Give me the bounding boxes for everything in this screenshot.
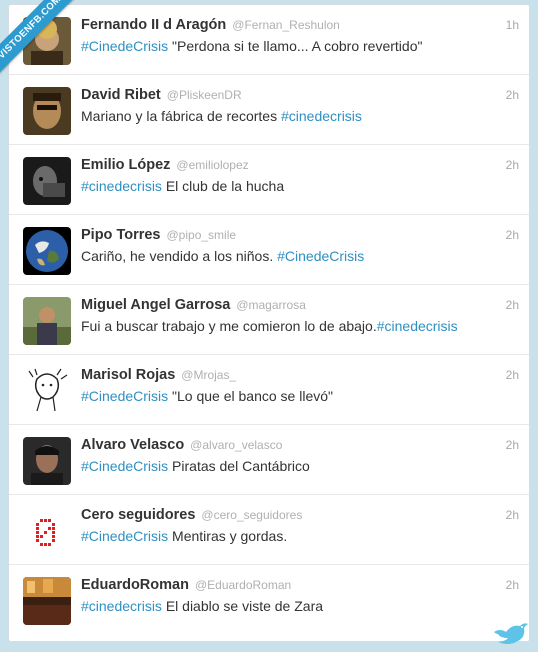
timestamp[interactable]: 2h	[506, 158, 519, 172]
hashtag-link[interactable]: #cinedecrisis	[377, 318, 458, 334]
hashtag-link[interactable]: #cinedecrisis	[81, 598, 162, 614]
tweet-text: Cariño, he vendido a los niños. #CinedeC…	[81, 248, 519, 264]
tweet-text: #CinedeCrisis Mentiras y gordas.	[81, 528, 519, 544]
user-name[interactable]: EduardoRoman	[81, 577, 189, 593]
timestamp[interactable]: 2h	[506, 298, 519, 312]
tweet-text-before: Cariño, he vendido a los niños.	[81, 248, 278, 264]
user-handle[interactable]: @PliskeenDR	[167, 88, 242, 102]
tweet-text: #cinedecrisis El diablo se viste de Zara	[81, 598, 519, 614]
timestamp[interactable]: 2h	[506, 88, 519, 102]
user-name[interactable]: Marisol Rojas	[81, 367, 175, 383]
avatar[interactable]	[23, 227, 71, 275]
tweet-text-after: El club de la hucha	[161, 178, 285, 194]
tweet-item[interactable]: Fernando II d Aragón @Fernan_Reshulon 1h …	[9, 5, 529, 75]
tweet-text: Mariano y la fábrica de recortes #cinede…	[81, 108, 519, 124]
hashtag-link[interactable]: #CinedeCrisis	[81, 528, 168, 544]
tweet-text-after: "Lo que el banco se llevó"	[168, 388, 333, 404]
twitter-bird-icon	[494, 623, 528, 644]
tweet-text-before: Mariano y la fábrica de recortes	[81, 108, 281, 124]
timestamp[interactable]: 2h	[506, 368, 519, 382]
user-handle[interactable]: @cero_seguidores	[201, 508, 302, 522]
tweet-item[interactable]: Marisol Rojas @Mrojas_ 2h #CinedeCrisis "…	[9, 355, 529, 425]
tweet-item[interactable]: Miguel Angel Garrosa @magarrosa 2h Fui a …	[9, 285, 529, 355]
user-handle[interactable]: @EduardoRoman	[195, 578, 291, 592]
timestamp[interactable]: 2h	[506, 508, 519, 522]
hashtag-link[interactable]: #cinedecrisis	[81, 178, 162, 194]
user-handle[interactable]: @pipo_smile	[167, 228, 237, 242]
tweet-item[interactable]: Cero seguidores @cero_seguidores 2h #Cine…	[9, 495, 529, 565]
user-name[interactable]: Emilio López	[81, 157, 170, 173]
avatar[interactable]	[23, 87, 71, 135]
tweet-text-after: Piratas del Cantábrico	[168, 458, 310, 474]
avatar[interactable]	[23, 437, 71, 485]
user-name[interactable]: Pipo Torres	[81, 227, 161, 243]
tweet-text: #CinedeCrisis "Perdona si te llamo... A …	[81, 38, 519, 54]
avatar[interactable]	[23, 157, 71, 205]
tweet-text-after: "Perdona si te llamo... A cobro revertid…	[168, 38, 423, 54]
tweet-text-after: El diablo se viste de Zara	[161, 598, 324, 614]
tweet-timeline: Fernando II d Aragón @Fernan_Reshulon 1h …	[8, 4, 530, 642]
tweet-text: #CinedeCrisis "Lo que el banco se llevó"	[81, 388, 519, 404]
timestamp[interactable]: 1h	[506, 18, 519, 32]
timestamp[interactable]: 2h	[506, 578, 519, 592]
avatar[interactable]	[23, 367, 71, 415]
tweet-text: #cinedecrisis El club de la hucha	[81, 178, 519, 194]
user-name[interactable]: Alvaro Velasco	[81, 437, 184, 453]
hashtag-link[interactable]: #CinedeCrisis	[277, 248, 364, 264]
user-name[interactable]: Miguel Angel Garrosa	[81, 297, 230, 313]
user-handle[interactable]: @alvaro_velasco	[190, 438, 282, 452]
user-name[interactable]: Cero seguidores	[81, 507, 195, 523]
tweet-text: Fui a buscar trabajo y me comieron lo de…	[81, 318, 519, 334]
avatar[interactable]	[23, 297, 71, 345]
hashtag-link[interactable]: #CinedeCrisis	[81, 388, 168, 404]
tweet-item[interactable]: EduardoRoman @EduardoRoman 2h #cinedecris…	[9, 565, 529, 635]
user-handle[interactable]: @magarrosa	[236, 298, 306, 312]
user-handle[interactable]: @emiliolopez	[176, 158, 248, 172]
avatar[interactable]	[23, 507, 71, 555]
user-handle[interactable]: @Fernan_Reshulon	[232, 18, 340, 32]
tweet-text-before: Fui a buscar trabajo y me comieron lo de…	[81, 318, 377, 334]
hashtag-link[interactable]: #CinedeCrisis	[81, 458, 168, 474]
tweet-text-after: Mentiras y gordas.	[168, 528, 288, 544]
tweet-item[interactable]: Pipo Torres @pipo_smile 2h Cariño, he ven…	[9, 215, 529, 285]
hashtag-link[interactable]: #cinedecrisis	[281, 108, 362, 124]
user-handle[interactable]: @Mrojas_	[181, 368, 236, 382]
user-name[interactable]: David Ribet	[81, 87, 161, 103]
hashtag-link[interactable]: #CinedeCrisis	[81, 38, 168, 54]
tweet-item[interactable]: David Ribet @PliskeenDR 2h Mariano y la f…	[9, 75, 529, 145]
tweet-item[interactable]: Alvaro Velasco @alvaro_velasco 2h #Cinede…	[9, 425, 529, 495]
tweet-item[interactable]: Emilio López @emiliolopez 2h #cinedecrisi…	[9, 145, 529, 215]
user-name[interactable]: Fernando II d Aragón	[81, 17, 226, 33]
tweet-text: #CinedeCrisis Piratas del Cantábrico	[81, 458, 519, 474]
timestamp[interactable]: 2h	[506, 438, 519, 452]
timestamp[interactable]: 2h	[506, 228, 519, 242]
avatar[interactable]	[23, 577, 71, 625]
